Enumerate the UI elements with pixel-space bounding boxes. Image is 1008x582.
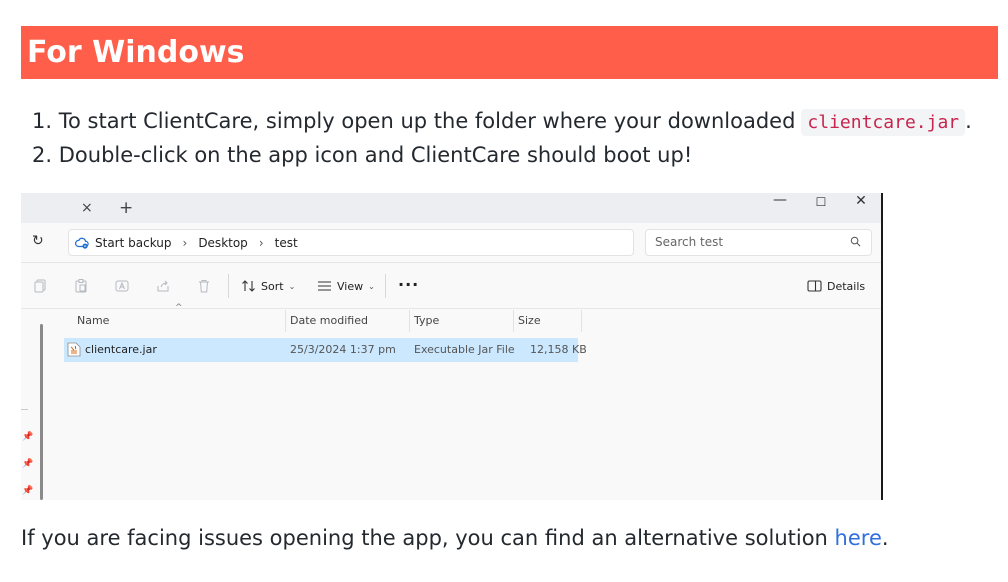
column-type[interactable]: Type <box>412 310 439 332</box>
details-pane-icon <box>807 280 822 292</box>
breadcrumb-desktop[interactable]: Desktop <box>198 236 248 250</box>
sort-caret-icon: ^ <box>175 303 183 313</box>
column-divider[interactable] <box>285 310 286 332</box>
file-explorer-screenshot: × + — ☐ ✕ ↻ Start backup › Desktop › tes… <box>21 193 883 500</box>
instruction-step: 2. Double-click on the app icon and Clie… <box>32 138 992 172</box>
search-icon[interactable] <box>850 236 861 247</box>
file-size: 12,158 KB <box>530 343 587 356</box>
breadcrumb[interactable]: Start backup › Desktop › test <box>68 229 634 256</box>
breadcrumb-separator: › <box>258 235 264 250</box>
title-bar: × + — ☐ ✕ <box>21 193 881 223</box>
navigation-pane: 📌 📌 📌 <box>21 309 49 500</box>
pin-icon[interactable]: 📌 <box>22 459 33 469</box>
toolbar-divider <box>228 274 229 298</box>
section-heading: For Windows <box>21 26 998 79</box>
sort-label: Sort <box>261 279 284 293</box>
inline-code: clientcare.jar <box>801 109 966 136</box>
breadcrumb-separator: › <box>182 235 188 250</box>
nav-scrollbar[interactable] <box>40 324 43 500</box>
delete-icon[interactable] <box>196 278 212 294</box>
file-date-modified: 25/3/2024 1:37 pm <box>290 343 396 356</box>
sort-icon <box>242 280 255 292</box>
pin-icon[interactable]: 📌 <box>22 486 33 496</box>
details-button[interactable]: Details <box>807 277 865 295</box>
rename-icon[interactable] <box>114 278 130 294</box>
file-row[interactable]: clientcare.jar 25/3/2024 1:37 pm Executa… <box>64 338 587 362</box>
more-options-icon[interactable]: ··· <box>398 275 419 294</box>
nav-divider <box>21 409 28 410</box>
breadcrumb-test[interactable]: test <box>275 236 298 250</box>
alternative-solution-link[interactable]: here <box>835 526 882 550</box>
column-headers: ^ Name Date modified Type Size <box>64 303 584 332</box>
step-punctuation: . <box>965 109 972 133</box>
breadcrumb-start-backup[interactable]: Start backup <box>95 236 172 250</box>
step-number: 1. <box>32 109 53 133</box>
file-name: clientcare.jar <box>85 343 157 356</box>
copy-icon[interactable] <box>32 278 48 294</box>
details-label: Details <box>827 279 866 293</box>
file-type: Executable Jar File <box>414 343 515 356</box>
search-placeholder: Search test <box>655 235 724 249</box>
column-divider[interactable] <box>513 310 514 332</box>
sort-button[interactable]: Sort ⌄ <box>241 277 295 295</box>
pin-icon[interactable]: 📌 <box>22 432 33 442</box>
close-window-icon[interactable]: ✕ <box>846 194 876 208</box>
share-icon[interactable] <box>155 278 171 294</box>
view-icon <box>318 281 331 291</box>
search-input[interactable]: Search test <box>645 229 872 256</box>
chevron-down-icon: ⌄ <box>368 281 375 291</box>
toolbar-divider <box>385 274 386 298</box>
paste-icon[interactable] <box>73 278 89 294</box>
step-number: 2. <box>32 143 53 167</box>
backup-cloud-icon <box>75 237 89 249</box>
column-divider[interactable] <box>409 310 410 332</box>
new-tab-icon[interactable]: + <box>119 198 133 218</box>
column-date-modified[interactable]: Date modified <box>288 310 368 332</box>
jar-file-icon <box>67 342 81 357</box>
column-name[interactable]: Name <box>75 310 109 332</box>
column-size[interactable]: Size <box>516 310 541 332</box>
tab-close-icon[interactable]: × <box>81 200 93 216</box>
chevron-down-icon: ⌄ <box>288 281 296 291</box>
step-text: To start ClientCare, simply open up the … <box>58 109 796 133</box>
help-paragraph: If you are facing issues opening the app… <box>21 526 889 550</box>
maximize-icon[interactable]: ☐ <box>806 195 836 209</box>
instruction-step: 1. To start ClientCare, simply open up t… <box>32 104 992 138</box>
column-divider[interactable] <box>581 310 582 332</box>
address-bar: ↻ Start backup › Desktop › test Search t… <box>21 223 881 263</box>
help-text: If you are facing issues opening the app… <box>21 526 835 550</box>
instruction-list: 1. To start ClientCare, simply open up t… <box>32 104 992 172</box>
help-punctuation: . <box>881 526 889 550</box>
refresh-icon[interactable]: ↻ <box>32 233 44 249</box>
view-button[interactable]: View ⌄ <box>317 277 375 295</box>
step-text: Double-click on the app icon and ClientC… <box>58 143 693 167</box>
view-label: View <box>337 279 364 293</box>
minimize-icon[interactable]: — <box>765 193 795 207</box>
command-bar: Sort ⌄ View ⌄ ··· Details <box>21 264 881 309</box>
